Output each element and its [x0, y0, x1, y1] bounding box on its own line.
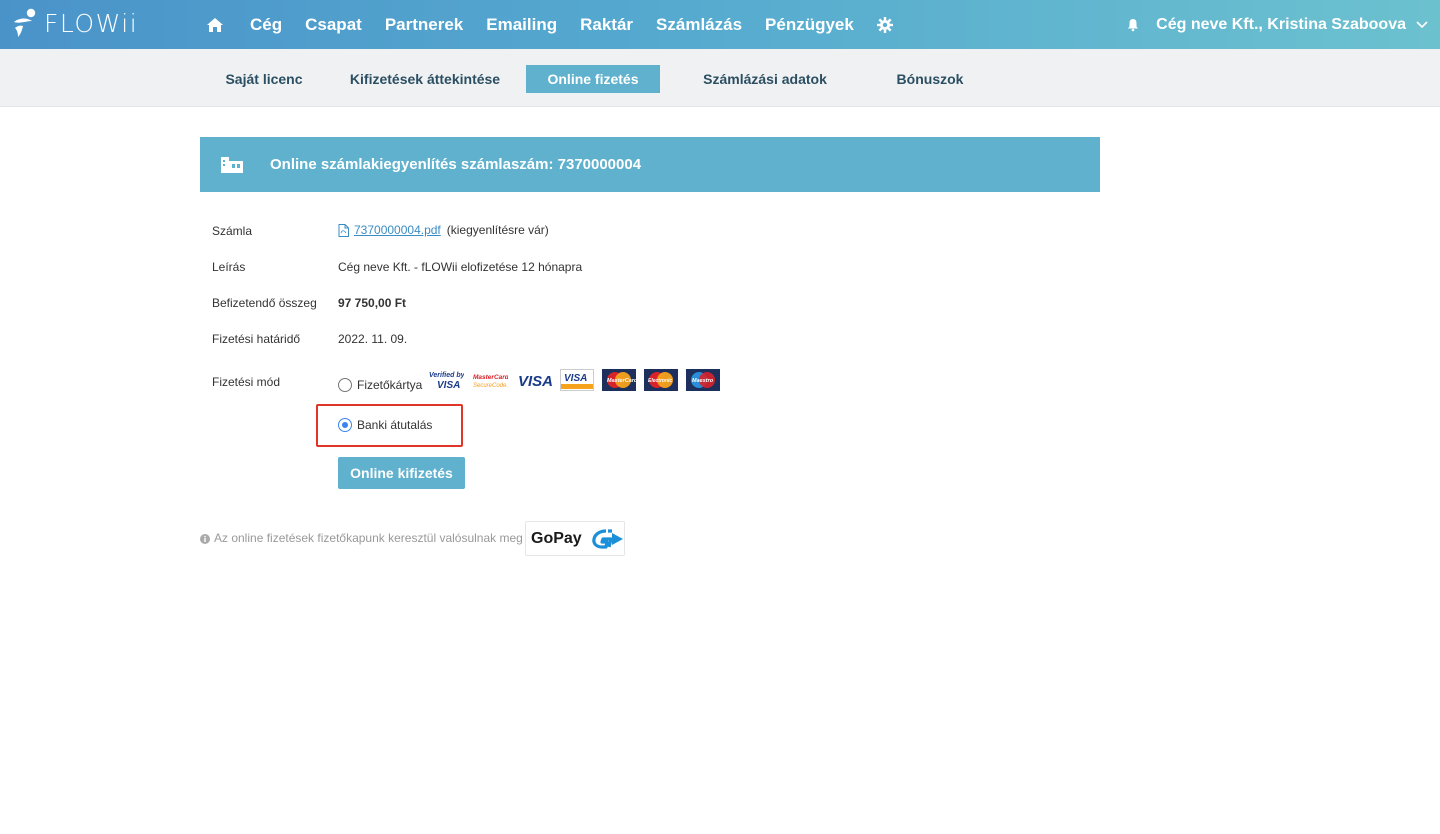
- card-payment-radio[interactable]: [338, 378, 352, 392]
- mastercard-logo: MasterCard: [602, 369, 636, 391]
- nav-item-partnerek[interactable]: Partnerek: [385, 15, 463, 35]
- card-logos: Verified by VISA MasterCard. SecureCode.…: [428, 369, 728, 391]
- mastercard-electronic-logo: Electronic: [644, 369, 678, 391]
- bank-transfer-radio[interactable]: [338, 418, 352, 432]
- nav-item-raktar[interactable]: Raktár: [580, 15, 633, 35]
- invoice-status: (kiegyenlítésre vár): [446, 223, 549, 237]
- gateway-note-text: Az online fizetések fizetőkapunk kereszt…: [214, 531, 523, 545]
- info-icon: [200, 533, 210, 544]
- nav-item-szamlazas[interactable]: Számlázás: [656, 15, 742, 35]
- tab-sajat-licenc[interactable]: Saját licenc: [214, 65, 314, 93]
- svg-text:VISA: VISA: [564, 373, 587, 384]
- mastercard-securecode-logo: MasterCard. SecureCode.: [472, 369, 508, 391]
- nav-item-emailing[interactable]: Emailing: [486, 15, 557, 35]
- maestro-logo: Maestro: [686, 369, 720, 391]
- invoice-value: 7370000004.pdf (kiegyenlítésre vár): [338, 223, 549, 237]
- chevron-down-icon[interactable]: [1416, 19, 1428, 31]
- top-navigation-bar: FLOWii Cég Csapat Partnerek Emailing Rak…: [0, 0, 1440, 49]
- description-label: Leírás: [212, 260, 246, 274]
- card-payment-label: Fizetőkártya: [357, 378, 423, 392]
- amount-label: Befizetendő összeg: [212, 296, 317, 310]
- svg-text:VISA: VISA: [518, 373, 552, 390]
- bell-icon[interactable]: [1127, 17, 1141, 33]
- due-date-label: Fizetési határidő: [212, 332, 301, 346]
- amount-value: 97 750,00 Ft: [338, 296, 407, 310]
- flowii-logo-mark-icon: [12, 8, 36, 38]
- online-payment-button[interactable]: Online kifizetés: [338, 457, 465, 489]
- user-menu[interactable]: Cég neve Kft., Kristina Szaboova: [1127, 0, 1428, 49]
- panel-title: Online számlakiegyenlítés számlaszám: 73…: [270, 156, 642, 173]
- brand-name: FLOWii: [44, 8, 139, 38]
- tab-online-fizetes[interactable]: Online fizetés: [526, 65, 660, 93]
- verified-by-visa-logo: Verified by VISA: [428, 369, 464, 391]
- description-value: Cég neve Kft. - fLOWii elofizetése 12 hó…: [338, 260, 583, 274]
- svg-text:MasterCard: MasterCard: [607, 378, 636, 384]
- svg-text:Verified by: Verified by: [429, 372, 464, 379]
- nav-item-csapat[interactable]: Csapat: [305, 15, 362, 35]
- home-icon[interactable]: [206, 15, 226, 35]
- invoice-pdf-link[interactable]: 7370000004.pdf: [354, 223, 441, 237]
- visa-logo: VISA: [516, 369, 552, 391]
- user-label: Cég neve Kft., Kristina Szaboova: [1156, 15, 1406, 33]
- gopay-wordmark: GoPay: [531, 529, 582, 547]
- main-nav: Cég Csapat Partnerek Emailing Raktár Szá…: [206, 0, 895, 49]
- svg-text:MasterCard.: MasterCard.: [473, 374, 508, 381]
- gopay-mark-icon: [591, 528, 623, 549]
- svg-text:VISA: VISA: [437, 380, 460, 391]
- due-date-value: 2022. 11. 09.: [338, 332, 408, 346]
- pdf-file-icon: [338, 223, 349, 237]
- svg-text:SecureCode.: SecureCode.: [473, 383, 508, 389]
- gateway-note: Az online fizetések fizetőkapunk kereszt…: [200, 531, 523, 545]
- nav-item-ceg[interactable]: Cég: [250, 15, 282, 35]
- tab-szamlazasi-adatok[interactable]: Számlázási adatok: [694, 65, 836, 93]
- nav-item-penzugyek[interactable]: Pénzügyek: [765, 15, 854, 35]
- gopay-logo: GoPay: [525, 521, 625, 556]
- gear-icon[interactable]: [876, 16, 895, 34]
- payment-method-label: Fizetési mód: [212, 375, 281, 389]
- sub-navigation: Saját licenc Kifizetések áttekintése Onl…: [0, 49, 1440, 107]
- invoice-label: Számla: [212, 224, 253, 238]
- svg-text:Maestro: Maestro: [692, 378, 714, 384]
- svg-text:Electronic: Electronic: [648, 378, 672, 384]
- flowii-logo[interactable]: FLOWii: [12, 7, 138, 39]
- tab-bonuszok[interactable]: Bónuszok: [884, 65, 976, 93]
- visa-electron-logo: VISA: [560, 369, 594, 391]
- payment-option-bank[interactable]: Banki átutalás: [338, 418, 432, 432]
- panel-header: Online számlakiegyenlítés számlaszám: 73…: [200, 137, 1100, 192]
- bank-transfer-label: Banki átutalás: [357, 418, 433, 432]
- payment-option-card[interactable]: Fizetőkártya: [338, 378, 422, 392]
- tab-kifizetesek-attekintese[interactable]: Kifizetések áttekintése: [346, 65, 504, 93]
- building-icon: [220, 155, 244, 175]
